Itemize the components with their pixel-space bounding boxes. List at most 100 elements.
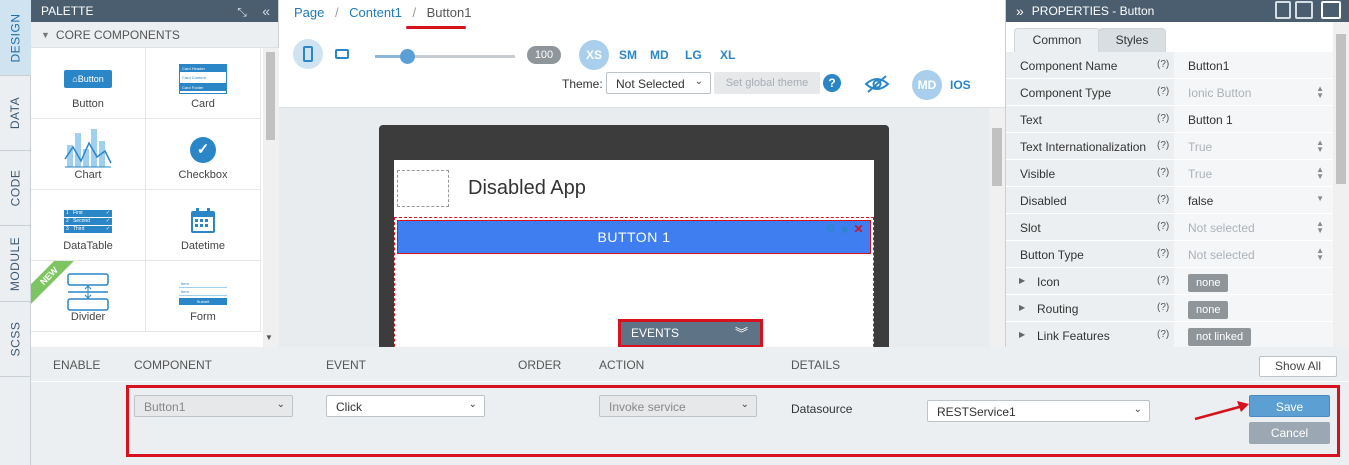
up-down-icon[interactable]: ▲ ▼ [1316,247,1324,262]
property-row[interactable]: Text (?) Button 1 [1006,106,1334,133]
property-value[interactable]: Button 1 [1174,106,1334,132]
help-icon[interactable]: (?) [1157,113,1169,124]
property-value[interactable]: false ▼ [1174,187,1334,213]
property-value[interactable]: none [1174,295,1334,321]
scroll-down-arrow-icon[interactable]: ▼ [265,333,273,342]
property-row[interactable]: Visible (?) True ▲ ▼ [1006,160,1334,187]
tab-scss[interactable]: SCSS [0,302,31,377]
property-pill[interactable]: none [1188,301,1229,319]
property-value[interactable]: Button1 [1174,52,1334,78]
palette-section-core[interactable]: ▼ CORE COMPONENTS [31,22,278,48]
cancel-button[interactable]: Cancel [1249,422,1330,444]
size-sm-button[interactable]: SM [619,48,637,62]
property-row[interactable]: Slot (?) Not selected ▲ ▼ [1006,214,1334,241]
property-row[interactable]: Component Name (?) Button1 [1006,52,1334,79]
event-select[interactable]: Click ⌄ [326,395,485,417]
help-icon[interactable]: (?) [1157,221,1169,232]
property-value[interactable]: True ▲ ▼ [1174,133,1334,159]
up-down-icon[interactable]: ▲ ▼ [1316,220,1324,235]
palette-scrollbar-thumb[interactable] [266,52,275,140]
mobile-device-icon[interactable] [293,39,323,69]
help-icon[interactable]: (?) [1157,86,1169,97]
mode-ios-button[interactable]: IOS [950,78,971,92]
zoom-slider[interactable] [375,49,515,64]
triangle-right-icon[interactable]: ▶ [1019,303,1025,312]
breadcrumb-page[interactable]: Page [294,5,324,20]
property-row[interactable]: ▶ Link Features (?) not linked [1006,322,1334,349]
help-icon[interactable]: (?) [1157,194,1169,205]
palette-item-datetime[interactable]: Datetime [146,190,261,261]
close-icon[interactable]: ✕ [853,213,864,245]
properties-scrollbar[interactable] [1333,22,1349,347]
help-icon[interactable]: (?) [1157,140,1169,151]
up-down-icon[interactable]: ▲ ▼ [1316,166,1324,181]
help-icon[interactable]: (?) [1157,329,1169,340]
size-xl-button[interactable]: XL [720,48,735,62]
tab-code[interactable]: CODE [0,151,31,226]
tab-module[interactable]: MODULE [0,226,31,302]
theme-select[interactable]: Not Selected ⌄ [606,72,711,94]
canvas-button-1[interactable]: BUTTON 1 ⚙ ◉ ✕ [397,220,871,254]
show-all-button[interactable]: Show All [1259,356,1337,377]
property-value[interactable]: Not selected ▲ ▼ [1174,214,1334,240]
eye-off-icon[interactable] [864,74,890,94]
events-tab[interactable]: EVENTS ︾ [618,319,763,348]
palette-item-button[interactable]: ⌂Button Button [31,48,146,119]
canvas-scrollbar[interactable] [989,108,1005,347]
zoom-slider-handle[interactable] [400,49,416,64]
size-md-button[interactable]: MD [650,48,669,62]
visibility-icon[interactable]: ◉ [841,213,849,245]
palette-item-divider[interactable]: NEW Divider [31,261,146,332]
help-icon[interactable]: (?) [1157,275,1169,286]
size-xs-button[interactable]: XS [579,40,609,70]
triangle-right-icon[interactable]: ▶ [1019,276,1025,285]
up-down-icon[interactable]: ▲ ▼ [1316,85,1324,100]
property-value[interactable]: not linked [1174,322,1334,348]
tab-common[interactable]: Common [1014,28,1100,52]
layout-rows-icon[interactable] [1275,1,1291,19]
up-down-icon[interactable]: ▲ ▼ [1316,139,1324,154]
action-select[interactable]: Invoke service ⌄ [599,395,757,417]
palette-item-datatable[interactable]: 1 First ✓ 2 Second ✓ 3 Third ✓ DataTable [31,190,146,261]
collapse-icon[interactable]: ⤡ [237,5,247,19]
tablet-device-icon[interactable] [335,49,349,59]
property-value[interactable]: True ▲ ▼ [1174,160,1334,186]
help-icon[interactable]: (?) [1157,302,1169,313]
layout-columns-icon[interactable] [1295,1,1313,19]
property-row[interactable]: Component Type (?) Ionic Button ▲ ▼ [1006,79,1334,106]
palette-item-checkbox[interactable]: ✓ Checkbox [146,119,261,190]
palette-item-card[interactable]: Card Header Card Content Card Footer Car… [146,48,261,119]
property-row[interactable]: Text Internationalization (?) True ▲ ▼ [1006,133,1334,160]
tab-styles[interactable]: Styles [1098,28,1166,52]
save-button[interactable]: Save [1249,395,1330,417]
size-lg-button[interactable]: LG [685,48,702,62]
help-icon[interactable]: ? [823,74,841,92]
component-select[interactable]: Button1 ⌄ [134,395,293,417]
folder-icon[interactable] [1321,1,1341,19]
triangle-right-icon[interactable]: ▶ [1019,330,1025,339]
triangle-down-icon[interactable]: ▼ [1316,195,1324,203]
property-value[interactable]: Ionic Button ▲ ▼ [1174,79,1334,105]
double-chevron-left-icon[interactable]: « [262,3,270,19]
property-row[interactable]: ▶ Routing (?) none [1006,295,1334,322]
tab-design[interactable]: DESIGN [0,0,31,76]
property-pill[interactable]: none [1188,274,1229,292]
property-value[interactable]: Not selected ▲ ▼ [1174,241,1334,267]
mode-md-button[interactable]: MD [912,70,942,100]
breadcrumb-content1[interactable]: Content1 [349,5,402,20]
property-row[interactable]: Button Type (?) Not selected ▲ ▼ [1006,241,1334,268]
set-global-theme-button[interactable]: Set global theme [714,72,820,94]
gear-icon[interactable]: ⚙ [826,213,836,245]
datasource-select[interactable]: RESTService1 ⌄ [927,400,1150,422]
help-icon[interactable]: (?) [1157,248,1169,259]
property-row[interactable]: ▶ Icon (?) none [1006,268,1334,295]
help-icon[interactable]: (?) [1157,59,1169,70]
property-value[interactable]: none [1174,268,1334,294]
palette-item-form[interactable]: Item Item Submit Form [146,261,261,332]
palette-item-chart[interactable]: Chart [31,119,146,190]
property-row[interactable]: Disabled (?) false ▼ [1006,187,1334,214]
double-chevron-right-icon[interactable]: » [1016,3,1024,19]
property-pill[interactable]: not linked [1188,328,1252,346]
header-image-placeholder[interactable] [397,170,449,207]
tab-data[interactable]: DATA [0,76,31,151]
